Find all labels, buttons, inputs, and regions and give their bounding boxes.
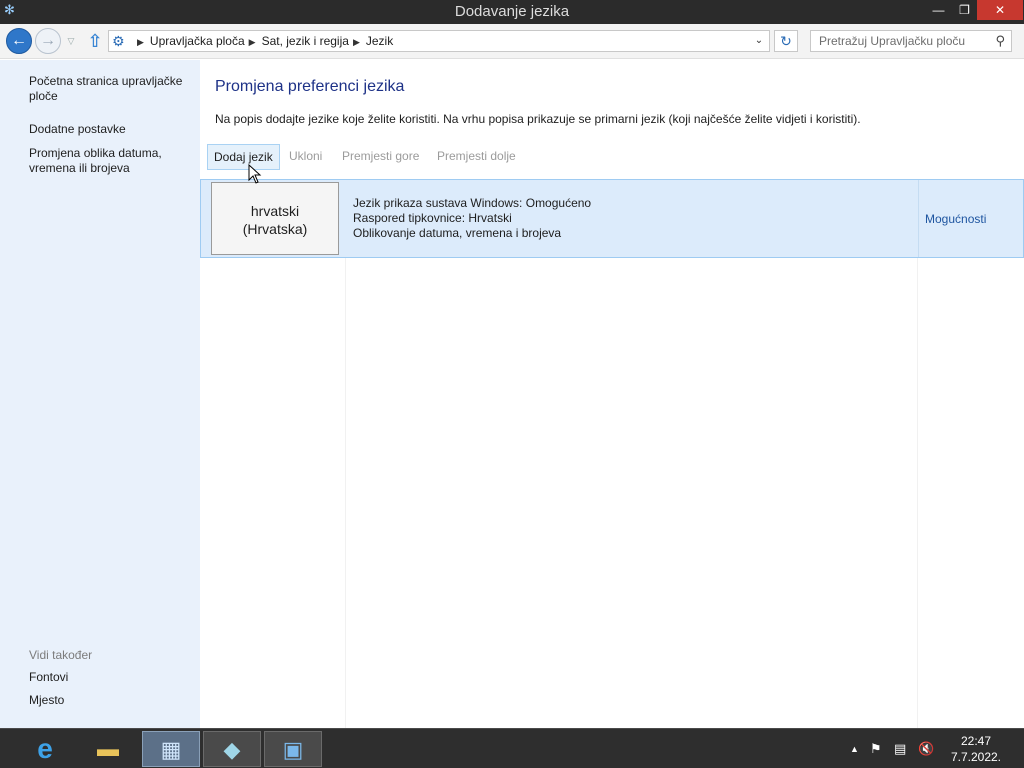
breadcrumb-separator-icon[interactable]: ▶ [249, 37, 256, 48]
refresh-icon: ↻ [780, 33, 792, 49]
page-description: Na popis dodajte jezike koje želite kori… [215, 112, 861, 126]
keyboard-layout-info: Raspored tipkovnice: Hrvatski [353, 211, 512, 225]
move-down-button[interactable]: Premjesti dolje [431, 144, 522, 170]
sidebar-link-location[interactable]: Mjesto [29, 693, 194, 708]
breadcrumb-item[interactable]: Jezik [366, 34, 393, 48]
taskbar-file-explorer[interactable]: ▬ [79, 731, 137, 767]
file-explorer-icon: ▬ [97, 736, 119, 761]
clock[interactable]: 22:47 7.7.2022. [944, 733, 1008, 765]
arrow-right-icon: → [40, 32, 56, 49]
taskbar-internet-explorer[interactable]: e [16, 731, 74, 767]
arrow-up-icon: ⇧ [87, 31, 103, 51]
arrow-left-icon: ← [11, 32, 27, 49]
back-button[interactable]: ← [6, 28, 32, 54]
recent-locations-button[interactable]: ▽ [64, 33, 78, 49]
remote-desktop-icon: ▣ [282, 737, 304, 762]
search-icon[interactable]: ⚲ [995, 33, 1005, 49]
left-task-pane: Početna stranica upravljačke ploče Dodat… [0, 60, 200, 728]
notepad-icon: ◆ [223, 737, 241, 762]
taskbar-control-panel[interactable]: ▦ [142, 731, 200, 767]
forward-button[interactable]: → [35, 28, 61, 54]
language-options-link[interactable]: Mogućnosti [925, 212, 986, 226]
column-divider [917, 258, 918, 728]
sidebar-link-fonts[interactable]: Fontovi [29, 670, 194, 685]
add-language-button[interactable]: Dodaj jezik [207, 144, 280, 170]
sidebar-link-advanced-settings[interactable]: Dodatne postavke [29, 122, 194, 137]
language-details: Jezik prikaza sustava Windows: Omogućeno… [353, 196, 591, 241]
language-name: hrvatski [250, 203, 300, 219]
format-info: Oblikovanje datuma, vremena i brojeva [353, 226, 562, 240]
language-list-item[interactable]: hrvatski (Hrvatska) Jezik prikaza sustav… [200, 179, 1024, 258]
search-box: ⚲ [810, 30, 1012, 52]
window-title: Dodavanje jezika [454, 3, 570, 20]
taskbar-remote-desktop[interactable]: ▣ [264, 731, 322, 767]
move-up-button[interactable]: Premjesti gore [336, 144, 425, 170]
breadcrumb-item[interactable]: Upravljačka ploča [150, 34, 245, 48]
navigation-bar: ← → ▽ ⇧ ⚙ ▶ Upravljačka ploča ▶ Sat, jezik … [0, 24, 1024, 59]
see-also-heading: Vidi također [29, 648, 93, 662]
chevron-down-icon: ▽ [67, 36, 75, 46]
column-divider [345, 258, 346, 728]
sidebar-link-change-formats[interactable]: Promjena oblika datuma, vremena ili broj… [29, 146, 194, 176]
up-button[interactable]: ⇧ [84, 30, 106, 52]
search-input[interactable] [811, 31, 987, 51]
restore-button[interactable]: ❐ [951, 0, 978, 20]
main-content: Promjena preferenci jezika Na popis doda… [200, 60, 1024, 728]
control-panel-icon: ⚙ [112, 33, 125, 49]
internet-explorer-icon: e [37, 733, 53, 764]
breadcrumb-separator-icon[interactable]: ▶ [137, 37, 144, 48]
close-button[interactable]: ✕ [977, 0, 1023, 20]
network-icon[interactable]: ▤ [894, 737, 906, 761]
minimize-button[interactable]: — [925, 0, 952, 20]
volume-muted-icon[interactable]: 🔇 [918, 737, 934, 761]
language-tile[interactable]: hrvatski (Hrvatska) [211, 182, 339, 255]
sidebar-link-control-panel-home[interactable]: Početna stranica upravljačke ploče [29, 74, 194, 104]
page-title: Promjena preferenci jezika [215, 78, 405, 95]
control-panel-icon: ▦ [160, 737, 182, 762]
mouse-cursor-icon [248, 164, 262, 184]
breadcrumb: ▶ Upravljačka ploča ▶ Sat, jezik i regija ▶ J… [133, 34, 393, 48]
column-divider [918, 180, 919, 257]
address-bar[interactable]: ⚙ ▶ Upravljačka ploča ▶ Sat, jezik i regija… [108, 30, 770, 52]
breadcrumb-item[interactable]: Sat, jezik i regija [262, 34, 349, 48]
clock-time: 22:47 [960, 734, 992, 748]
title-bar: ✻ Dodavanje jezika — ❐ ✕ [0, 0, 1024, 24]
language-display-status: Jezik prikaza sustava Windows: Omogućeno [353, 196, 592, 210]
refresh-button[interactable]: ↻ [774, 30, 798, 52]
action-center-flag-icon[interactable]: ⚑ [870, 737, 882, 761]
address-dropdown-icon[interactable]: ⌄ [752, 33, 766, 49]
taskbar: e ▬ ▦ ◆ ▣ ▲ ⚑ ▤ 🔇 22:47 7.7.2022. [0, 728, 1024, 768]
clock-date: 7.7.2022. [950, 750, 1002, 764]
taskbar-notepad[interactable]: ◆ [203, 731, 261, 767]
breadcrumb-separator-icon[interactable]: ▶ [353, 37, 360, 48]
show-hidden-icons-icon[interactable]: ▲ [850, 737, 859, 761]
remove-button[interactable]: Ukloni [283, 144, 328, 170]
language-region: (Hrvatska) [242, 221, 308, 237]
